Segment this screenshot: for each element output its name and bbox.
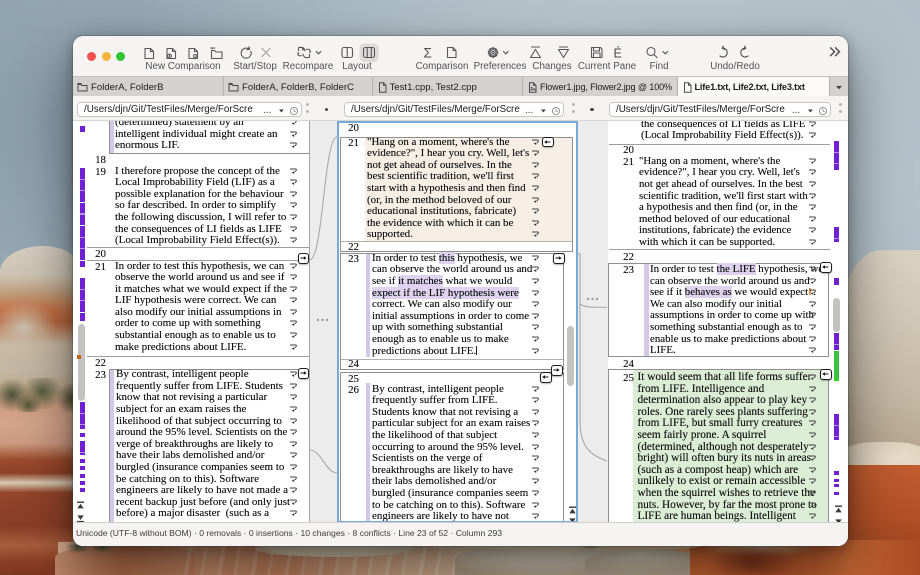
- svg-text:Σ: Σ: [424, 46, 432, 61]
- svg-text:É: É: [614, 46, 622, 61]
